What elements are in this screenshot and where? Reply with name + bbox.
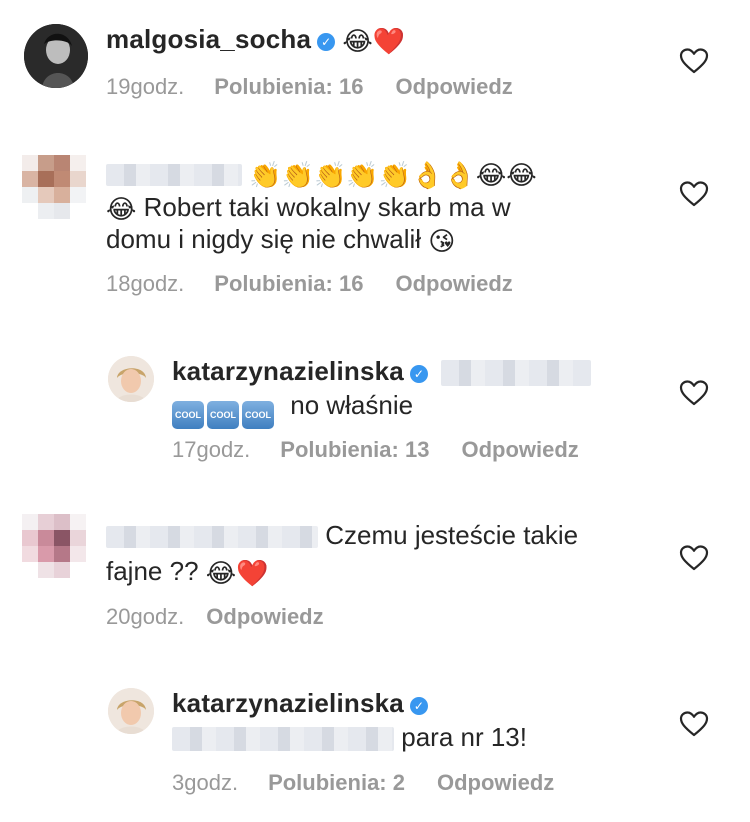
avatar[interactable] bbox=[108, 688, 154, 734]
heart-outline-icon[interactable] bbox=[678, 178, 710, 210]
avatar[interactable] bbox=[24, 24, 88, 88]
blurred-mention bbox=[441, 360, 592, 387]
heart-outline-icon[interactable] bbox=[678, 708, 710, 740]
emoji-text: 😂❤️ bbox=[342, 26, 406, 56]
timestamp: 20godz. bbox=[106, 604, 185, 629]
reply-button[interactable]: Odpowiedz bbox=[437, 770, 554, 795]
timestamp: 18godz. bbox=[106, 271, 185, 296]
emoji-text: 😘 bbox=[428, 226, 456, 256]
comment-text: domu i nigdy się nie chwalił bbox=[106, 224, 422, 254]
avatar-photo-icon bbox=[24, 24, 88, 88]
cool-emoji-icon: COOL bbox=[207, 401, 239, 429]
avatar[interactable] bbox=[108, 356, 154, 402]
emoji-text: 😂 bbox=[106, 194, 137, 224]
avatar-photo-icon bbox=[108, 356, 154, 402]
reply-button[interactable]: Odpowiedz bbox=[206, 604, 323, 629]
avatar[interactable] bbox=[22, 155, 86, 219]
blurred-username bbox=[106, 526, 318, 549]
timestamp: 19godz. bbox=[106, 74, 185, 99]
comment-2: 👏👏👏👏👏👌👌😂😂 😂 Robert taki wokalny skarb ma… bbox=[0, 130, 750, 310]
verified-badge-icon: ✓ bbox=[317, 33, 336, 51]
timestamp: 3godz. bbox=[172, 770, 239, 795]
comment-text: no właśnie bbox=[290, 390, 414, 420]
emoji-text: 👏👏👏👏👏👌👌😂😂 bbox=[249, 160, 537, 190]
likes-count[interactable]: Polubienia: 13 bbox=[280, 437, 429, 462]
comment-body: 👏👏👏👏👏👌👌😂😂 bbox=[106, 154, 537, 192]
cool-emoji-icon: COOL bbox=[172, 401, 204, 429]
comment-text-line-1: COOL COOL COOL no właśnie bbox=[172, 386, 413, 429]
comment-meta: 17godz. Polubienia: 13 Odpowiedz bbox=[172, 437, 579, 463]
comment-text: fajne ?? bbox=[106, 556, 199, 586]
comment-body: katarzynazielinska ✓ bbox=[172, 684, 428, 722]
comment-text: para nr 13! bbox=[401, 722, 527, 752]
comment-1: malgosia_socha ✓ 😂❤️ 19godz. Polubienia: 1… bbox=[0, 0, 750, 120]
comment-text-line-2: fajne ?? 😂❤️ bbox=[106, 552, 269, 590]
comment-body: malgosia_socha ✓ 😂❤️ bbox=[106, 20, 405, 58]
comment-text-line-2: domu i nigdy się nie chwalił 😘 bbox=[106, 220, 455, 258]
likes-count[interactable]: Polubienia: 2 bbox=[268, 770, 405, 795]
likes-count[interactable]: Polubienia: 16 bbox=[214, 271, 363, 296]
comment-meta: 19godz. Polubienia: 16 Odpowiedz bbox=[106, 74, 513, 100]
username[interactable]: katarzynazielinska bbox=[172, 688, 404, 718]
blurred-username bbox=[106, 164, 242, 187]
reply-button[interactable]: Odpowiedz bbox=[395, 271, 512, 296]
heart-outline-icon[interactable] bbox=[678, 377, 710, 409]
comment-text: Czemu jesteście takie bbox=[325, 520, 579, 550]
verified-badge-icon: ✓ bbox=[409, 697, 428, 715]
comment-text-line-1: Czemu jesteście takie bbox=[106, 516, 578, 554]
cool-emoji-icon: COOL bbox=[242, 401, 274, 429]
reply-button[interactable]: Odpowiedz bbox=[395, 74, 512, 99]
comment-meta: 20godz. Odpowiedz bbox=[106, 604, 324, 630]
likes-count[interactable]: Polubienia: 16 bbox=[214, 74, 363, 99]
emoji-text: 😂❤️ bbox=[205, 558, 269, 588]
timestamp: 17godz. bbox=[172, 437, 251, 462]
username[interactable]: malgosia_socha bbox=[106, 24, 311, 54]
comment-3-reply: katarzynazielinska ✓ COOL COOL COOL no właś… bbox=[0, 340, 750, 480]
comment-meta: 3godz. Polubienia: 2 Odpowiedz bbox=[172, 770, 554, 796]
comment-5-reply: katarzynazielinska ✓ para nr 13! 3godz. Po… bbox=[0, 672, 750, 812]
comment-text-line-1: para nr 13! bbox=[172, 718, 527, 756]
comment-body: katarzynazielinska ✓ bbox=[172, 352, 592, 390]
verified-badge-icon: ✓ bbox=[409, 365, 428, 383]
comment-text: Robert taki wokalny skarb ma w bbox=[143, 192, 511, 222]
username[interactable]: katarzynazielinska bbox=[172, 356, 404, 386]
comment-meta: 18godz. Polubienia: 16 Odpowiedz bbox=[106, 271, 513, 297]
heart-outline-icon[interactable] bbox=[678, 542, 710, 574]
avatar[interactable] bbox=[22, 514, 86, 578]
comment-4: Czemu jesteście takie fajne ?? 😂❤️ 20god… bbox=[0, 500, 750, 650]
avatar-photo-icon bbox=[108, 688, 154, 734]
blurred-mention bbox=[172, 727, 394, 752]
heart-outline-icon[interactable] bbox=[678, 45, 710, 77]
reply-button[interactable]: Odpowiedz bbox=[461, 437, 578, 462]
